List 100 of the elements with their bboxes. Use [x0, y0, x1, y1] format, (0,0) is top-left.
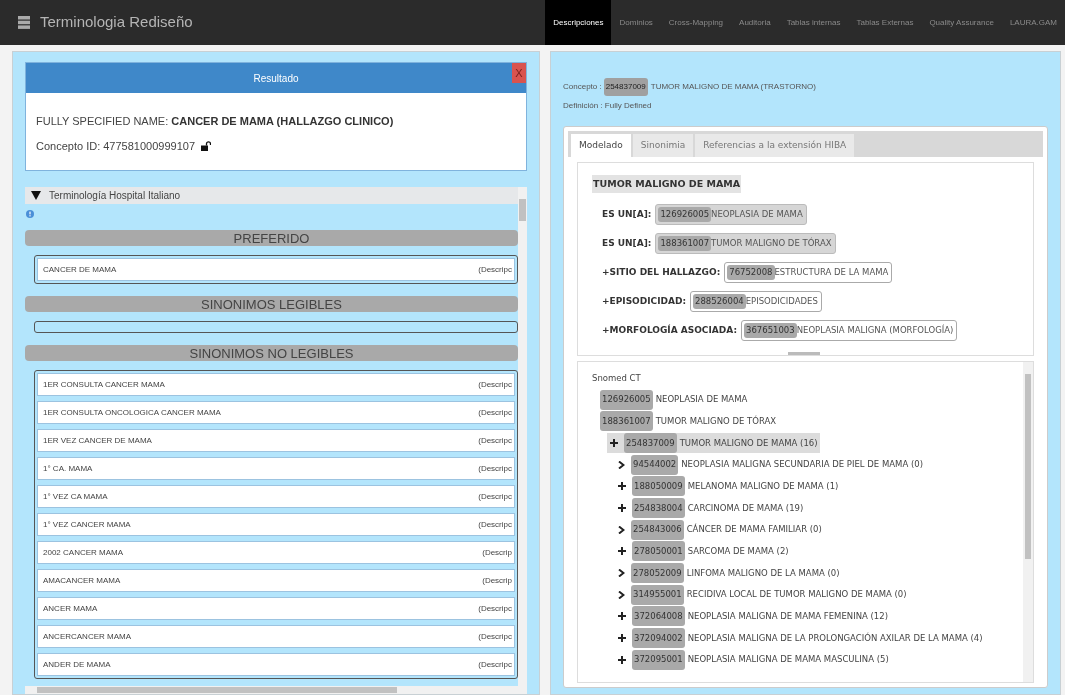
section-title: PREFERIDO — [233, 231, 310, 245]
plus-icon[interactable] — [618, 634, 626, 643]
plus-icon[interactable] — [618, 612, 626, 621]
plus-icon[interactable] — [618, 655, 626, 664]
concept-name: SARCOMA DE MAMA (2) — [687, 545, 789, 558]
app-title: Terminologia Rediseño — [40, 12, 193, 33]
concept-name: NEOPLASIA DE MAMA — [711, 208, 804, 221]
unlocked-icon[interactable] — [201, 140, 212, 151]
concept-code: 367651003 — [744, 323, 797, 338]
description-type: (Descrip — [482, 546, 512, 559]
description-row[interactable]: ANDER DE MAMA (Descripc — [37, 653, 515, 676]
tree-header[interactable]: Terminología Hospital Italiano — [25, 187, 518, 204]
tree-node[interactable]: 254838004 CARCINOMA DE MAMA (19) — [615, 498, 806, 519]
definition-text: Definición : Fully Defined — [563, 100, 653, 112]
relation-value[interactable]: 367651003 NEOPLASIA MALIGNA (MORFOLOGÍA) — [741, 320, 958, 341]
description-text: 1° VEZ CANCER MAMA — [43, 518, 131, 531]
plus-icon[interactable] — [610, 438, 618, 447]
relation-value[interactable]: 288526004 EPISODICIDADES — [690, 291, 822, 312]
vertical-scrollbar[interactable] — [1023, 362, 1033, 682]
nav-tab[interactable]: Auditoria — [731, 0, 779, 45]
chevron-right-icon[interactable] — [618, 525, 625, 534]
relation-value[interactable]: 188361007 TUMOR MALIGNO DE TÓRAX — [655, 233, 836, 254]
description-type: (Descripc — [478, 406, 512, 419]
triangle-down-icon[interactable] — [31, 191, 41, 200]
concept-name: NEOPLASIA MALIGNA DE MAMA FEMENINA (12) — [687, 610, 888, 623]
description-row[interactable]: ANCERCANCER MAMA (Descripc — [37, 625, 515, 648]
nav-tab[interactable]: Quality Assurance — [921, 0, 1002, 45]
plus-icon[interactable] — [618, 482, 626, 491]
chevron-right-icon[interactable] — [618, 569, 625, 578]
description-row[interactable]: 1° VEZ CANCER MAMA (Descripc — [37, 513, 515, 536]
concept-label: Concepto : — [563, 81, 602, 93]
relation-value[interactable]: 126926005 NEOPLASIA DE MAMA — [655, 204, 807, 225]
concept-code: 188361007 — [658, 236, 712, 251]
tree-node[interactable]: 94544002 NEOPLASIA MALIGNA SECUNDARIA DE PIEL DE MAMA (0) — [615, 454, 925, 475]
tree-node[interactable]: 254837009 TUMOR MALIGNO DE MAMA (16) — [607, 432, 820, 453]
description-text: AMACANCER MAMA — [43, 574, 121, 587]
description-type: (Descrip — [482, 574, 512, 587]
concept-code: 278052009 — [631, 563, 684, 584]
concept-code: 126926005 — [600, 389, 653, 410]
description-row[interactable]: ANCER MAMA (Descripc — [37, 597, 515, 620]
description-row[interactable]: AMACANCER MAMA (Descrip — [37, 569, 515, 592]
tree-node[interactable]: 278050001 SARCOMA DE MAMA (2) — [615, 541, 791, 562]
description-type: (Descripc — [478, 263, 512, 276]
nav-tab[interactable]: Tablas Externas — [848, 0, 922, 45]
plus-icon[interactable] — [618, 547, 626, 556]
relation-label: +SITIO DEL HALLAZGO: — [602, 265, 721, 279]
concept-name: LINFOMA MALIGNO DE LA MAMA (0) — [686, 566, 840, 580]
tree-node[interactable]: 372094002 NEOPLASIA MALIGNA DE LA PROLONGACIÓN AXILAR DE LA MAMA (4) — [615, 628, 985, 649]
concept-code: 188361007 — [600, 411, 653, 432]
chevron-right-icon[interactable] — [618, 590, 625, 599]
hierarchy-title: Snomed CT — [592, 373, 641, 383]
tree-node[interactable]: 372064008 NEOPLASIA MALIGNA DE MAMA FEMENINA (12) — [615, 606, 890, 627]
nav-tab[interactable]: Tablas internas — [778, 0, 849, 45]
description-type: (Descripc — [478, 378, 512, 391]
tree-node[interactable]: 188361007 TUMOR MALIGNO DE TÓRAX — [600, 411, 779, 432]
nav-tab[interactable]: Descripciones — [545, 0, 612, 45]
description-row[interactable]: 1ER VEZ CANCER DE MAMA (Descripc — [37, 429, 515, 452]
concept-code: 76752008 — [727, 265, 775, 280]
resize-handle[interactable] — [788, 352, 820, 355]
tree-node[interactable]: 254843006 CÁNCER DE MAMA FAMILIAR (0) — [615, 519, 824, 540]
tab[interactable]: Referencias a la extensión HIBA — [695, 134, 855, 157]
plus-icon[interactable] — [618, 504, 626, 513]
concept-name: RECIDIVA LOCAL DE TUMOR MALIGNO DE MAMA (0) — [686, 588, 907, 602]
tree-node[interactable]: 314955001 RECIDIVA LOCAL DE TUMOR MALIGNO DE MAMA (0) — [615, 584, 909, 605]
relation-label: +MORFOLOGÍA ASOCIADA: — [602, 323, 737, 337]
description-row[interactable]: 1ER CONSULTA CANCER MAMA (Descripc — [37, 373, 515, 396]
concept-name: MELANOMA MALIGNO DE MAMA (1) — [687, 479, 839, 493]
description-row[interactable]: 2002 CANCER MAMA (Descrip — [37, 541, 515, 564]
relation-label: ES UN[A]: — [602, 207, 652, 221]
description-row[interactable]: 1° CA. MAMA (Descripc — [37, 457, 515, 480]
vertical-scrollbar[interactable] — [518, 187, 527, 686]
concept-code: 278050001 — [632, 541, 685, 562]
description-row[interactable]: CANCER DE MAMA (Descripc — [37, 258, 515, 281]
tree-node[interactable]: 188050009 MELANOMA MALIGNO DE MAMA (1) — [615, 476, 841, 497]
relation-value[interactable]: 76752008 ESTRUCTURA DE LA MAMA — [724, 262, 893, 283]
concept-name: CARCINOMA DE MAMA (19) — [687, 501, 804, 515]
tree-node[interactable]: 372095001 NEOPLASIA MALIGNA DE MAMA MASCULINA (5) — [615, 649, 891, 670]
concept-name: TUMOR MALIGNO DE TÓRAX — [655, 414, 777, 428]
section-title: SINONIMOS LEGIBLES — [201, 297, 342, 311]
tab[interactable]: Sinonimia — [632, 134, 694, 157]
tree-node[interactable]: 278052009 LINFOMA MALIGNO DE LA MAMA (0) — [615, 563, 842, 584]
concept-name: NEOPLASIA MALIGNA DE LA PROLONGACIÓN AXILAR DE LA MAMA (4) — [687, 631, 983, 645]
description-text: CANCER DE MAMA — [43, 263, 117, 276]
description-text: 1ER CONSULTA ONCOLOGICA CANCER MAMA — [43, 406, 221, 419]
description-text: ANCERCANCER MAMA — [43, 630, 131, 643]
nav-tab[interactable]: Cross-Mapping — [660, 0, 732, 45]
horizontal-scrollbar[interactable] — [25, 686, 527, 694]
nav-tab[interactable]: Dominios — [611, 0, 661, 45]
fully-specified-name: FULLY SPECIFIED NAME: CANCER DE MAMA (HALLAZGO CLINICO) — [36, 114, 395, 129]
concept-name: NEOPLASIA DE MAMA — [655, 393, 748, 406]
concept-name: NEOPLASIA MALIGNA DE MAMA MASCULINA (5) — [687, 653, 889, 667]
description-row[interactable]: 1ER CONSULTA ONCOLOGICA CANCER MAMA (Descripc — [37, 401, 515, 424]
description-type: (Descripc — [478, 462, 512, 475]
tree-node[interactable]: 126926005 NEOPLASIA DE MAMA — [600, 389, 750, 410]
description-text: 1° VEZ CA MAMA — [43, 490, 108, 503]
tab[interactable]: Modelado — [571, 134, 631, 157]
description-row[interactable]: 1° VEZ CA MAMA (Descripc — [37, 485, 515, 508]
nav-tab[interactable]: LAURA.GAM — [1001, 0, 1065, 45]
description-text: 1ER CONSULTA CANCER MAMA — [43, 378, 165, 391]
chevron-right-icon[interactable] — [618, 460, 625, 469]
